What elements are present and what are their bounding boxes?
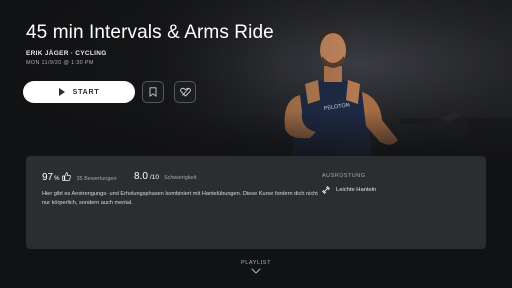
dumbbell-icon: [322, 186, 330, 194]
class-date: MON 11/9/20 @ 1:30 PM: [26, 60, 94, 66]
rating-stat: 97% 35 Bewertungen: [42, 171, 117, 183]
difficulty-scale: /10: [149, 174, 159, 181]
chevron-down-icon[interactable]: [251, 268, 261, 274]
heart-icon: [179, 87, 191, 97]
discipline: CYCLING: [75, 50, 107, 57]
rating-value: 97: [42, 172, 54, 183]
difficulty-label: Schwierigkeit: [163, 175, 197, 181]
thumbs-up-icon: [62, 172, 72, 181]
play-icon: [58, 88, 65, 96]
playlist-link[interactable]: PLAYLIST: [0, 260, 512, 266]
class-description: Hier gibt es Anstrengungs- und Erholungs…: [42, 191, 318, 206]
equipment-heading: AUSRÜSTUNG: [322, 173, 366, 179]
bookmark-icon: [149, 87, 157, 97]
equipment-item: Leichte Hanteln: [322, 186, 376, 194]
start-button[interactable]: START: [23, 81, 135, 103]
class-title: 45 min Intervals & Arms Ride: [26, 22, 274, 43]
start-button-label: START: [72, 88, 100, 96]
class-details-panel: 97% 35 Bewertungen 8.0/10 Schwierigkeit …: [26, 156, 486, 249]
rating-unit: %: [54, 176, 60, 182]
class-meta: ERIK JÄGER · CYCLING: [26, 50, 107, 57]
difficulty-value: 8.0: [134, 171, 148, 182]
rating-count: 35 Bewertungen: [76, 176, 117, 182]
instructor-name: ERIK JÄGER: [26, 50, 69, 57]
favorite-button[interactable]: [174, 81, 196, 103]
difficulty-stat: 8.0/10 Schwierigkeit: [134, 171, 196, 182]
meta-separator: ·: [70, 50, 74, 57]
equipment-label: Leichte Hanteln: [336, 187, 377, 193]
bookmark-button[interactable]: [142, 81, 164, 103]
